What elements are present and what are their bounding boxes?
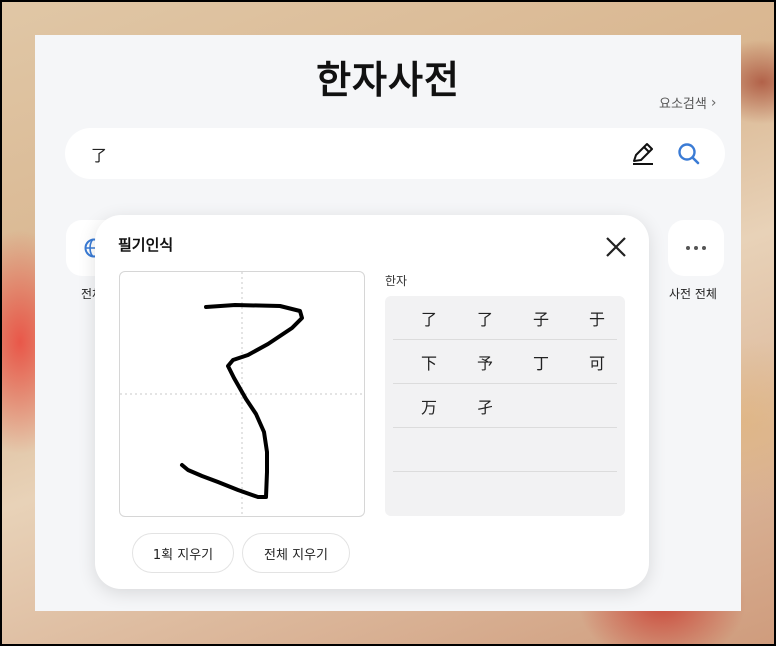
candidate-char[interactable]: 万 — [409, 394, 449, 418]
quick-link-dictionary-all-button[interactable] — [668, 220, 724, 276]
candidate-row-empty — [393, 472, 617, 516]
candidate-char[interactable]: 可 — [577, 350, 617, 374]
search-icon[interactable] — [675, 140, 703, 168]
candidate-char[interactable]: 丁 — [521, 350, 561, 374]
handwriting-canvas[interactable] — [119, 271, 365, 517]
clear-one-stroke-button[interactable]: 1획 지우기 — [132, 533, 234, 573]
candidate-char[interactable]: 予 — [465, 350, 505, 374]
element-search-label: 요소검색 — [659, 97, 707, 112]
candidate-list: 了 了 子 于 下 予 丁 可 万 孑 — [385, 296, 625, 516]
candidate-row: 了 了 子 于 — [393, 296, 617, 340]
quick-link-dictionary-all-label: 사전 전체 — [669, 287, 717, 301]
more-dots-icon — [686, 246, 706, 250]
handwriting-title: 필기인식 — [118, 236, 174, 254]
element-search-link[interactable]: 요소검색 › — [659, 93, 717, 113]
candidate-char[interactable]: 于 — [577, 306, 617, 330]
handwriting-stroke-layer — [120, 272, 364, 516]
page-title: 한자사전 — [316, 58, 460, 102]
search-input[interactable] — [91, 140, 591, 168]
candidate-row-empty — [393, 428, 617, 472]
candidates-label: 한자 — [385, 274, 408, 288]
candidate-char[interactable]: 孑 — [465, 394, 505, 418]
candidate-char[interactable]: 了 — [465, 306, 505, 330]
candidate-row: 万 孑 — [393, 384, 617, 428]
handwriting-modal: 필기인식 한자 了 了 子 于 下 予 丁 可 万 孑 1획 지우기 전체 지우… — [95, 215, 649, 589]
pen-icon[interactable] — [629, 140, 657, 168]
close-icon[interactable] — [603, 234, 629, 260]
candidate-char[interactable]: 了 — [409, 306, 449, 330]
candidate-char[interactable]: 子 — [521, 306, 561, 330]
clear-all-button[interactable]: 전체 지우기 — [242, 533, 350, 573]
search-bar — [65, 128, 725, 179]
candidate-char[interactable]: 下 — [409, 350, 449, 374]
candidate-row: 下 予 丁 可 — [393, 340, 617, 384]
chevron-right-icon: › — [710, 94, 717, 111]
